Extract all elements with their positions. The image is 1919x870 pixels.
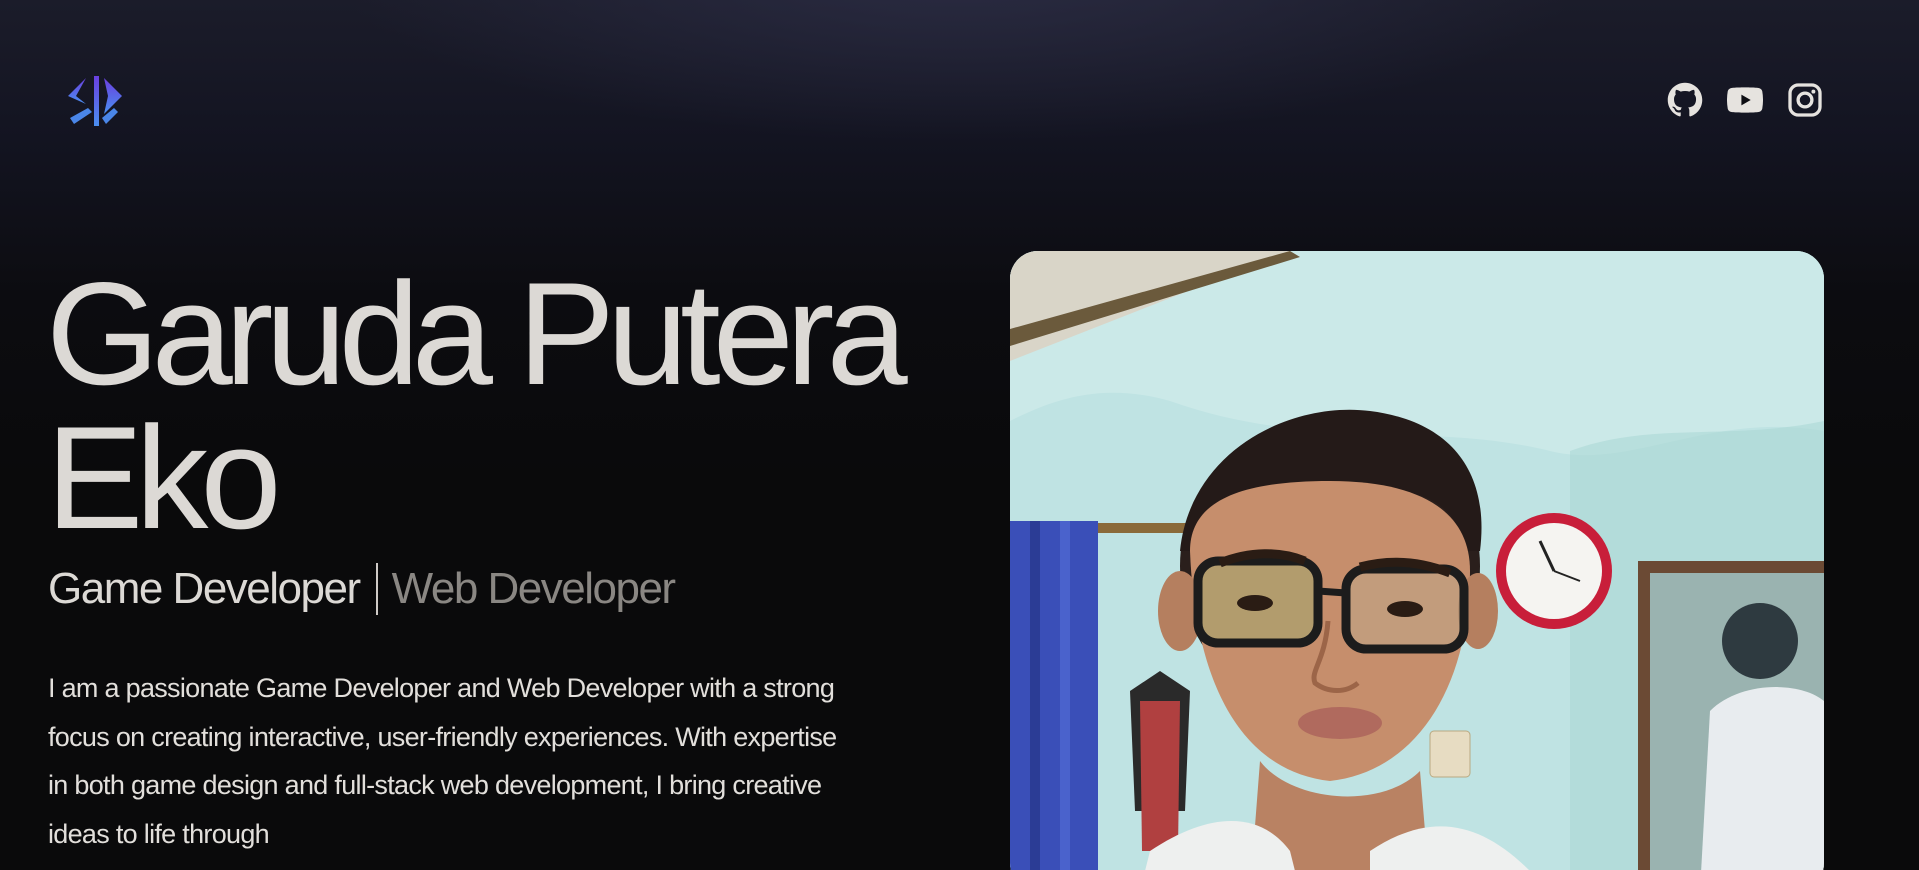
brand-logo-icon[interactable] [66, 74, 126, 128]
role-line: Game Developer Web Developer [48, 561, 676, 617]
hero-name-line2: Eko [46, 396, 282, 559]
hero-name: Garuda Putera Eko [46, 261, 946, 551]
hero-name-line1: Garuda Putera [46, 252, 908, 415]
social-links [1667, 82, 1823, 118]
instagram-icon[interactable] [1787, 82, 1823, 118]
bio-text: I am a passionate Game Developer and Web… [48, 673, 837, 849]
youtube-icon[interactable] [1727, 82, 1763, 118]
role-divider [375, 563, 378, 615]
profile-photo [1010, 251, 1824, 870]
page: Garuda Putera Eko Game Developer Web Dev… [0, 0, 1919, 870]
github-icon[interactable] [1667, 82, 1703, 118]
role-primary: Game Developer [48, 564, 361, 613]
role-secondary: Web Developer [391, 564, 676, 613]
